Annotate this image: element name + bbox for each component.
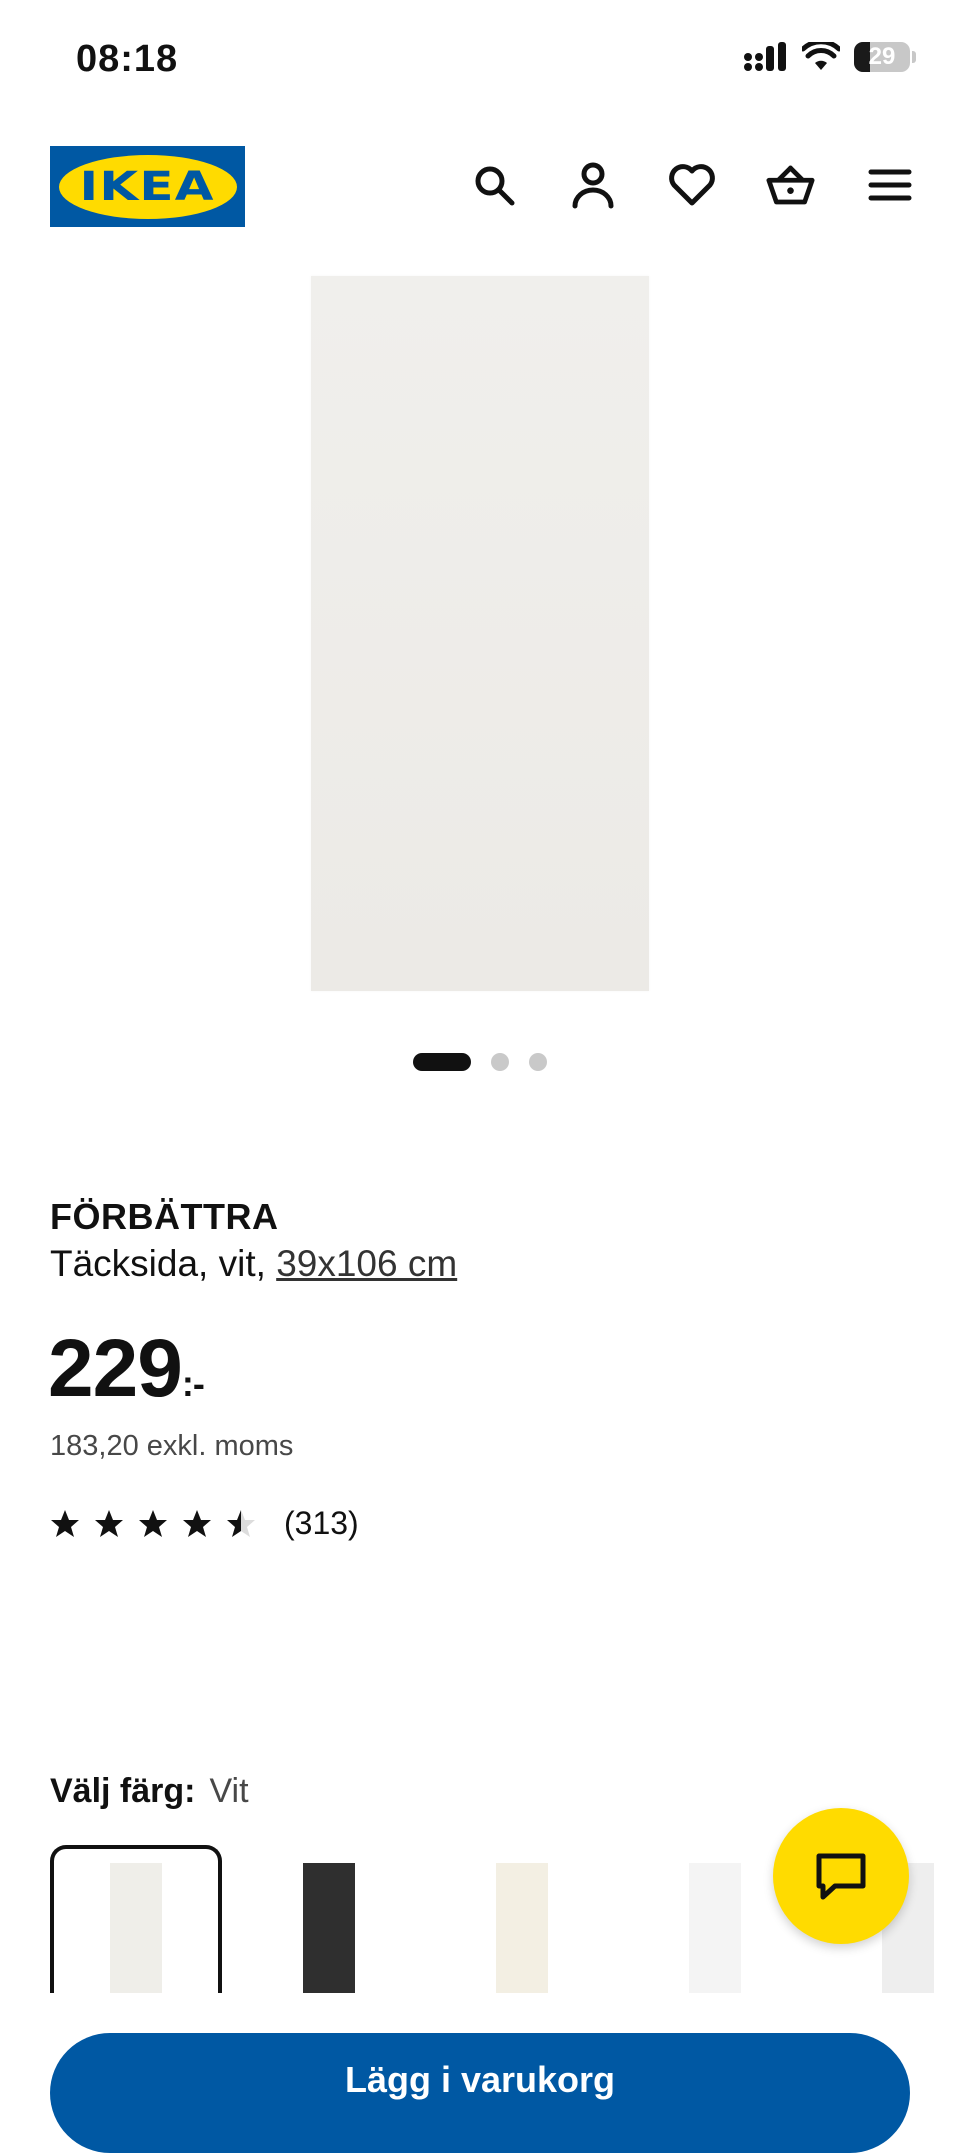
swatch-panel <box>303 1863 355 1993</box>
product-price: 229:- <box>48 1322 205 1416</box>
star-icon <box>227 1509 255 1537</box>
logo-text: IKEA <box>79 163 216 210</box>
color-selector-label: Välj färg: Vit <box>50 1772 249 1811</box>
account-button[interactable] <box>568 157 617 212</box>
swatch-panel <box>110 1863 162 1993</box>
gallery-dot[interactable] <box>413 1053 471 1071</box>
menu-icon <box>868 169 911 200</box>
price-ex-vat: 183,20 exkl. moms <box>50 1430 294 1462</box>
basket-button[interactable] <box>766 157 815 212</box>
gallery-pagination <box>0 1053 960 1071</box>
battery-nub <box>912 51 916 63</box>
chat-button[interactable] <box>773 1808 909 1944</box>
basket-icon <box>766 165 815 204</box>
header-icons <box>469 157 914 212</box>
star-icon <box>95 1509 123 1537</box>
status-icons: 29 <box>744 42 916 72</box>
color-swatch[interactable] <box>436 1845 608 1993</box>
heart-icon <box>668 163 715 205</box>
price-suffix: :- <box>181 1363 205 1404</box>
chat-icon <box>816 1853 866 1900</box>
wifi-icon <box>802 42 840 70</box>
gallery-dot[interactable] <box>491 1053 509 1071</box>
battery-icon: 29 <box>854 42 910 72</box>
product-rating[interactable]: (313) <box>50 1505 359 1542</box>
color-swatch[interactable] <box>243 1845 415 1993</box>
color-value: Vit <box>209 1772 249 1810</box>
add-to-cart-button[interactable]: Lägg i varukorg <box>50 2033 910 2153</box>
product-description: Täcksida, vit, 39x106 cm <box>50 1243 457 1285</box>
signal-icon <box>744 42 786 71</box>
ikea-logo[interactable]: IKEA <box>50 146 245 227</box>
search-icon <box>475 166 514 205</box>
menu-button[interactable] <box>865 157 914 212</box>
favorites-button[interactable] <box>667 157 716 212</box>
gallery-dot[interactable] <box>529 1053 547 1071</box>
swatch-panel <box>496 1863 548 1993</box>
color-swatch[interactable] <box>50 1845 222 1993</box>
account-icon <box>572 162 613 208</box>
star-icon <box>183 1509 211 1537</box>
logo-oval: IKEA <box>58 154 237 219</box>
product-name: FÖRBÄTTRA <box>50 1196 279 1237</box>
battery-level: 29 <box>868 43 896 70</box>
product-type: Täcksida, vit, <box>50 1243 277 1284</box>
star-icon <box>139 1509 167 1537</box>
color-label: Välj färg: <box>50 1772 196 1810</box>
review-count[interactable]: (313) <box>284 1505 359 1542</box>
search-button[interactable] <box>469 157 518 212</box>
status-time: 08:18 <box>76 38 179 80</box>
product-size-link[interactable]: 39x106 cm <box>276 1243 457 1284</box>
star-icon <box>51 1509 79 1537</box>
price-value: 229 <box>48 1323 183 1414</box>
swatch-panel <box>689 1863 741 1993</box>
rating-stars <box>50 1509 256 1539</box>
product-image[interactable] <box>311 276 649 991</box>
